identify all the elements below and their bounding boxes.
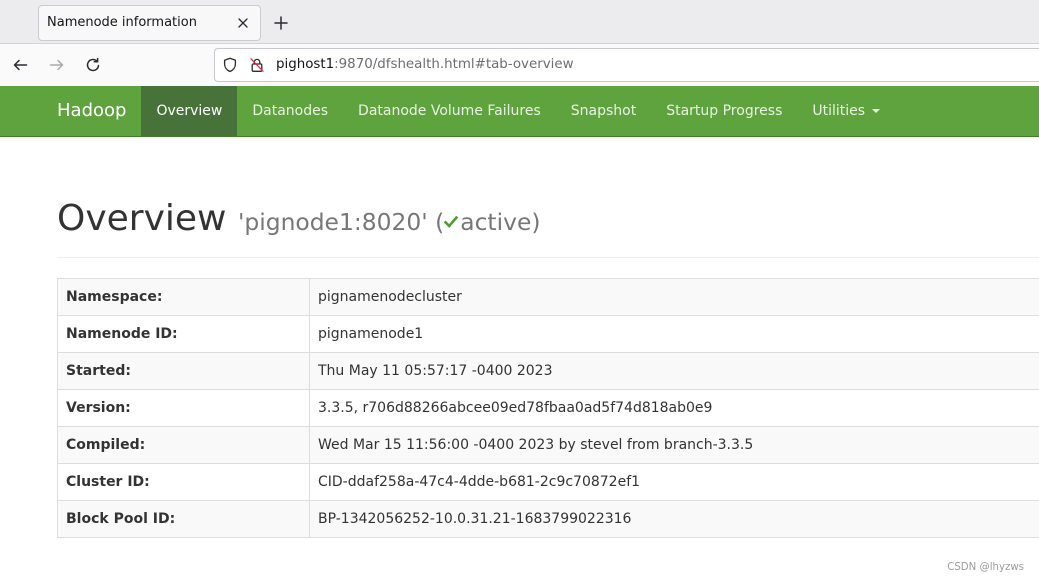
forward-arrow-icon (49, 59, 64, 71)
tab-title: Namenode information (47, 15, 197, 30)
site-info-button[interactable] (249, 57, 265, 73)
navbar-brand[interactable]: Hadoop (42, 86, 141, 136)
row-label: Namenode ID: (57, 315, 310, 353)
info-row-namenode-id: Namenode ID: pignamenode1 (57, 315, 1039, 353)
nav-item-label: Datanodes (252, 103, 329, 119)
navbar-menu: Hadoop Overview Datanodes Datanode Volum… (42, 86, 895, 136)
row-value: 3.3.5, r706d88266abcee09ed78fbaa0ad5f74d… (309, 389, 1039, 427)
shield-icon (223, 57, 237, 73)
tracking-protection-button[interactable] (222, 57, 238, 73)
page-title-text: Overview (57, 198, 227, 239)
row-value: Thu May 11 05:57:17 -0400 2023 (309, 352, 1039, 390)
new-tab-button[interactable] (273, 15, 289, 31)
navigation-toolbar: pighost1:9870/dfshealth.html#tab-overvie… (0, 44, 1039, 86)
nav-item-label: Overview (156, 103, 223, 119)
reload-icon (86, 57, 100, 72)
info-row-block-pool-id: Block Pool ID: BP-1342056252-10.0.31.21-… (57, 500, 1039, 538)
back-button[interactable] (12, 57, 28, 73)
nav-item-label: Utilities (812, 103, 866, 119)
info-row-version: Version: 3.3.5, r706d88266abcee09ed78fba… (57, 389, 1039, 427)
row-value: pignamenode1 (309, 315, 1039, 353)
namenode-info-table: Namespace: pignamenodecluster Namenode I… (57, 278, 1039, 538)
page-header-divider (57, 257, 1039, 258)
caret-down-icon (871, 109, 880, 113)
row-label: Started: (57, 352, 310, 390)
tab-close-button[interactable] (237, 17, 249, 29)
info-row-cluster-id: Cluster ID: CID-ddaf258a-47c4-4dde-b681-… (57, 463, 1039, 501)
row-label: Cluster ID: (57, 463, 310, 501)
nav-item-datanode-volume-failures[interactable]: Datanode Volume Failures (343, 86, 556, 136)
url-bar[interactable]: pighost1:9870/dfshealth.html#tab-overvie… (214, 48, 1039, 82)
row-value: pignamenodecluster (309, 278, 1039, 316)
url-text[interactable]: pighost1:9870/dfshealth.html#tab-overvie… (276, 49, 574, 81)
back-arrow-icon (13, 59, 28, 71)
nav-item-label: Datanode Volume Failures (358, 103, 541, 119)
insecure-lock-icon (250, 58, 264, 72)
nav-item-startup-progress[interactable]: Startup Progress (651, 86, 797, 136)
url-path: :9870/dfshealth.html#tab-overview (334, 57, 574, 72)
nav-item-overview[interactable]: Overview (141, 86, 238, 136)
page-title: Overview 'pignode1:8020' ( active) (57, 199, 540, 239)
row-value: Wed Mar 15 11:56:00 -0400 2023 by stevel… (309, 426, 1039, 464)
watermark: CSDN @lhyzws (947, 562, 1024, 573)
plus-icon (274, 16, 288, 30)
row-label: Version: (57, 389, 310, 427)
row-label: Block Pool ID: (57, 500, 310, 538)
row-value: BP-1342056252-10.0.31.21-1683799022316 (309, 500, 1039, 538)
reload-button[interactable] (85, 57, 101, 73)
url-host: pighost1 (276, 57, 335, 72)
hadoop-navbar: Hadoop Overview Datanodes Datanode Volum… (0, 86, 1039, 137)
nav-item-snapshot[interactable]: Snapshot (556, 86, 651, 136)
close-icon (238, 18, 248, 28)
browser-tab[interactable]: Namenode information (38, 5, 261, 41)
row-value: CID-ddaf258a-47c4-4dde-b681-2c9c70872ef1 (309, 463, 1039, 501)
info-row-compiled: Compiled: Wed Mar 15 11:56:00 -0400 2023… (57, 426, 1039, 464)
info-row-namespace: Namespace: pignamenodecluster (57, 278, 1039, 316)
check-icon (444, 216, 459, 228)
row-label: Compiled: (57, 426, 310, 464)
nav-item-datanodes[interactable]: Datanodes (237, 86, 343, 136)
nav-item-label: Snapshot (570, 103, 637, 119)
forward-button[interactable] (49, 57, 65, 73)
tab-strip: Namenode information (0, 0, 1039, 44)
namenode-address: 'pignode1:8020' ( (237, 208, 445, 236)
subtitle-suffix: ) (531, 208, 541, 236)
nav-item-label: Startup Progress (666, 103, 783, 119)
nav-item-utilities-dropdown[interactable]: Utilities (797, 86, 894, 136)
namenode-status: active (460, 208, 532, 236)
row-label: Namespace: (57, 278, 310, 316)
namenode-subtitle: 'pignode1:8020' ( active) (238, 208, 541, 236)
info-row-started: Started: Thu May 11 05:57:17 -0400 2023 (57, 352, 1039, 390)
